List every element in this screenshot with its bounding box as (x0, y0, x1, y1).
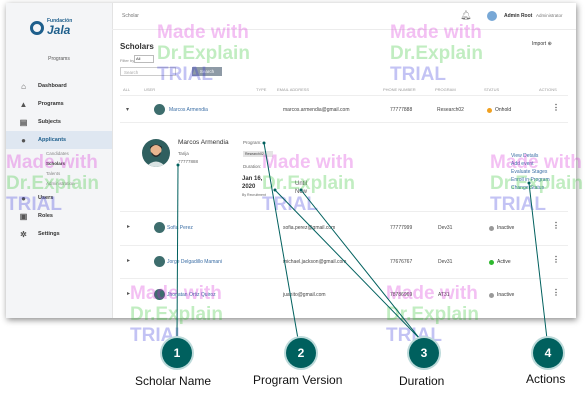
callout-line-3b (300, 189, 421, 340)
callout-line-4 (528, 182, 548, 340)
callout-badge-1: 1 (162, 338, 192, 368)
callout-label-2: Program Version (253, 373, 343, 387)
callout-line-1 (176, 164, 179, 340)
callout-label-4: Actions (526, 372, 566, 386)
callout-label-1: Scholar Name (135, 374, 212, 388)
callout-line-3 (274, 189, 421, 340)
callout-label-3: Duration (399, 374, 445, 388)
callout-badge-3: 3 (409, 338, 439, 368)
callout-badge-4: 4 (533, 338, 563, 368)
callout-line-2 (263, 142, 299, 340)
callout-badge-2: 2 (286, 338, 316, 368)
